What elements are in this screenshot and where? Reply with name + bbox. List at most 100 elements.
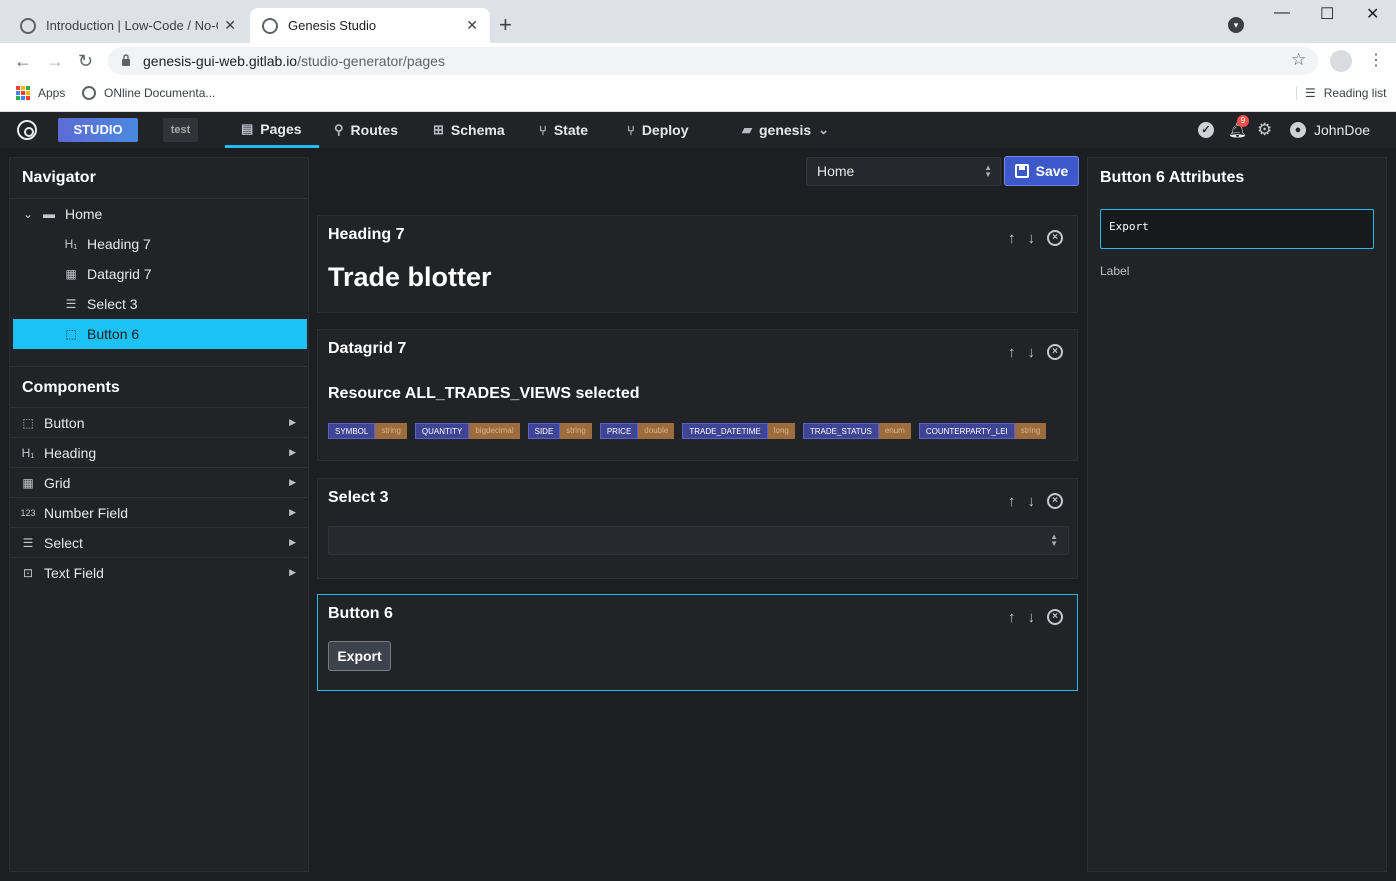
remove-circle-icon[interactable]: × [1047,230,1063,246]
new-tab-icon[interactable]: + [499,13,512,37]
field-name: QUANTITY [414,423,470,439]
select-icon: ☰ [22,535,34,550]
maximize-icon[interactable]: ☐ [1320,4,1334,24]
back-icon[interactable]: ← [14,51,32,71]
user-icon: ● [1290,122,1306,138]
menu-icon[interactable]: ⋮ [1368,50,1384,70]
notification-count: 9 [1237,115,1249,127]
card-actions: ↑ ↓ × [1008,344,1063,361]
project-dropdown[interactable]: ▰ genesis ⌄ [742,112,829,148]
reload-icon[interactable]: ↻ [78,51,93,71]
reading-list-icon: ☰ [1305,86,1316,100]
genesis-logo-icon[interactable] [17,120,37,140]
window-close-icon[interactable]: ✕ [1366,4,1379,24]
arrow-up-icon[interactable]: ↑ [1008,609,1016,626]
user-menu[interactable]: ● JohnDoe [1290,112,1370,148]
navigator-item-datagrid-7[interactable]: ▦ Datagrid 7 [13,259,307,289]
remove-circle-icon[interactable]: × [1047,493,1063,509]
save-label: Save [1035,163,1069,179]
arrow-up-icon[interactable]: ↑ [1008,344,1016,361]
browser-tab-docs[interactable]: Introduction | Low-Code / No-Code ✕ [8,8,248,43]
profile-avatar-icon[interactable] [1330,50,1352,72]
save-button[interactable]: Save [1004,156,1079,186]
page-select-value: Home [817,163,855,179]
chevron-down-icon: ⌄ [818,122,830,137]
field-type: string [1014,423,1047,439]
component-label: Text Field [44,564,104,581]
card-title: Button 6 [328,605,393,622]
card-title: Select 3 [328,489,389,506]
navigator-item-label: Heading 7 [87,236,151,252]
tab-close-icon[interactable]: ✕ [224,17,236,34]
routes-icon: ⚲ [334,122,344,137]
genesis-favicon-icon [262,17,278,34]
status-check[interactable]: ✓ [1198,112,1214,148]
arrow-down-icon[interactable]: ↓ [1028,344,1036,361]
settings-button[interactable]: ⚙ [1257,112,1272,148]
folder-icon: ▬ [43,207,55,221]
arrow-up-icon[interactable]: ↑ [1008,493,1016,510]
tab-pages[interactable]: ▤ Pages [225,112,319,148]
label-textarea[interactable]: Export [1100,209,1374,249]
component-number-field[interactable]: 123 Number Field ▶ [10,497,308,527]
page-select[interactable]: Home ▲ ▼ [806,157,1001,186]
minimize-icon[interactable]: — [1274,4,1290,22]
component-heading[interactable]: H₁ Heading ▶ [10,437,308,467]
reading-list[interactable]: ☰ Reading list [1296,86,1386,100]
select-preview[interactable]: ▲ ▼ [328,526,1069,555]
chevron-down-icon: ⌄ [23,207,34,221]
tab-label: Schema [450,122,505,138]
field-name: PRICE [599,423,639,439]
datagrid-resource: Resource ALL_TRADES_VIEWS selected [328,385,640,402]
pages-icon: ▤ [241,120,254,136]
tab-schema[interactable]: ⊞ Schema [433,112,505,148]
navigator-item-label: Button 6 [87,326,140,342]
navigator-item-heading-7[interactable]: H₁ Heading 7 [13,229,307,259]
navigator-root-home[interactable]: ⌄ ▬ Home [13,199,307,229]
component-button[interactable]: ⬚ Button ▶ [10,407,308,437]
right-panel: Button 6 Attributes Export Label [1087,157,1387,872]
navigator-item-select-3[interactable]: ☰ Select 3 [13,289,307,319]
browser-tab-studio[interactable]: Genesis Studio ✕ [250,8,490,43]
arrow-down-icon[interactable]: ↓ [1028,493,1036,510]
field-chip: TRADE_DATETIME long [682,423,795,439]
apps-grid-icon [16,86,30,100]
navigator-item-button-6[interactable]: ⬚ Button 6 [13,319,307,349]
tab-search-icon[interactable]: ▾ [1228,17,1244,33]
remove-circle-icon[interactable]: × [1047,344,1063,360]
url-path: /studio-generator/pages [297,53,445,69]
component-text-field[interactable]: ⊡ Text Field ▶ [10,557,308,587]
field-type: double [638,423,675,439]
field-type: enum [878,423,911,439]
field-type: bigdecimal [469,423,520,439]
chevron-right-icon: ▶ [289,477,296,487]
arrow-up-icon[interactable]: ↑ [1008,230,1016,247]
arrow-down-icon[interactable]: ↓ [1028,609,1036,626]
remove-circle-icon[interactable]: × [1047,609,1063,625]
field-chip: SYMBOL string [328,423,407,439]
card-title: Datagrid 7 [328,340,407,357]
card-heading[interactable]: Heading 7 ↑ ↓ × Trade blotter [317,215,1078,313]
bookmark-online-docs[interactable]: ONline Documenta... [82,86,215,100]
heading-preview: Trade blotter [328,262,492,292]
export-button-preview[interactable]: Export [328,641,391,671]
arrow-down-icon[interactable]: ↓ [1028,230,1036,247]
tab-close-icon[interactable]: ✕ [466,17,478,34]
card-datagrid[interactable]: Datagrid 7 ↑ ↓ × Resource ALL_TRADES_VIE… [317,329,1078,461]
tab-routes[interactable]: ⚲ Routes [334,112,398,148]
forward-icon[interactable]: → [46,51,64,71]
studio-badge: STUDIO [58,118,138,142]
card-select[interactable]: Select 3 ↑ ↓ × ▲ ▼ [317,478,1078,579]
component-grid[interactable]: ▦ Grid ▶ [10,467,308,497]
gear-icon: ⚙ [1257,120,1273,139]
tab-deploy[interactable]: ⑂ Deploy [627,112,689,148]
project-name: genesis [759,122,812,138]
component-select[interactable]: ☰ Select ▶ [10,527,308,557]
bookmark-star-icon[interactable]: ☆ [1291,50,1306,70]
bookmark-apps[interactable]: Apps [16,86,65,100]
tab-state[interactable]: ⑂ State [539,112,588,148]
chevron-right-icon: ▶ [289,417,296,427]
card-button[interactable]: Button 6 ↑ ↓ × Export [317,594,1078,691]
left-panel: Navigator ⌄ ▬ Home H₁ Heading 7 ▦ Datagr… [9,157,309,872]
field-name: TRADE_STATUS [802,423,879,439]
